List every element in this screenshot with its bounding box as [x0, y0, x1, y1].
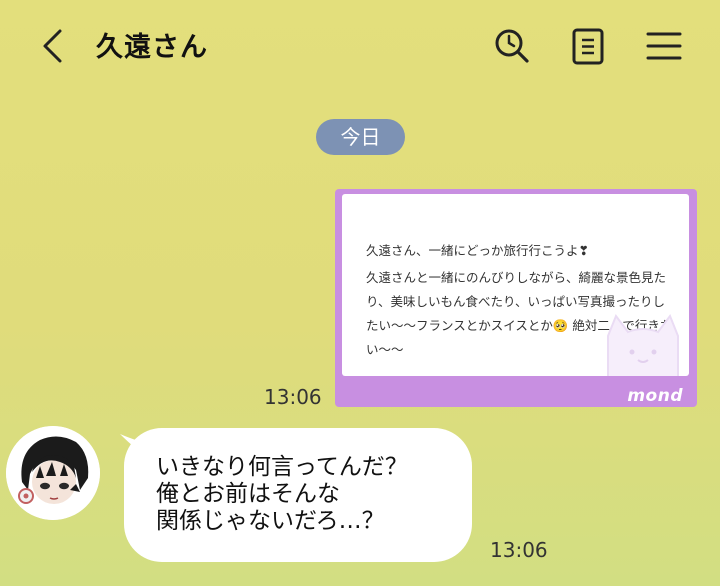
search-icon[interactable]: [492, 26, 532, 66]
message-bubble[interactable]: いきなり何言ってんだ？ 俺とお前はそんな 関係じゃないだろ…？: [124, 428, 472, 562]
message-text: いきなり何言ってんだ？ 俺とお前はそんな 関係じゃないだろ…？: [156, 454, 456, 535]
avatar-illustration: [6, 426, 100, 520]
menu-icon[interactable]: [644, 26, 684, 66]
message-line: 関係じゃないだろ…？: [156, 508, 385, 534]
notes-icon[interactable]: [568, 26, 608, 66]
chat-header: 久遠さん: [0, 0, 720, 96]
brand-label: mond: [627, 386, 683, 406]
date-divider: 今日: [316, 119, 405, 155]
message-time: 13:06: [490, 538, 548, 562]
chat-title: 久遠さん: [96, 32, 208, 63]
chevron-left-icon[interactable]: [36, 26, 70, 66]
cat-watermark-icon: [607, 313, 679, 376]
message-line: いきなり何言ってんだ？: [156, 454, 408, 480]
message-line: 俺とお前はそんな: [156, 481, 340, 507]
message-time: 13:06: [264, 385, 322, 409]
image-message-card: 久遠さん、一緒にどっか旅行行こうよ❣ 久遠さんと一緒にのんびりしながら、綺麗な景…: [342, 194, 689, 376]
image-message-line1: 久遠さん、一緒にどっか旅行行こうよ❣: [366, 243, 589, 258]
avatar[interactable]: [6, 426, 100, 520]
image-message[interactable]: 久遠さん、一緒にどっか旅行行こうよ❣ 久遠さんと一緒にのんびりしながら、綺麗な景…: [335, 189, 697, 407]
